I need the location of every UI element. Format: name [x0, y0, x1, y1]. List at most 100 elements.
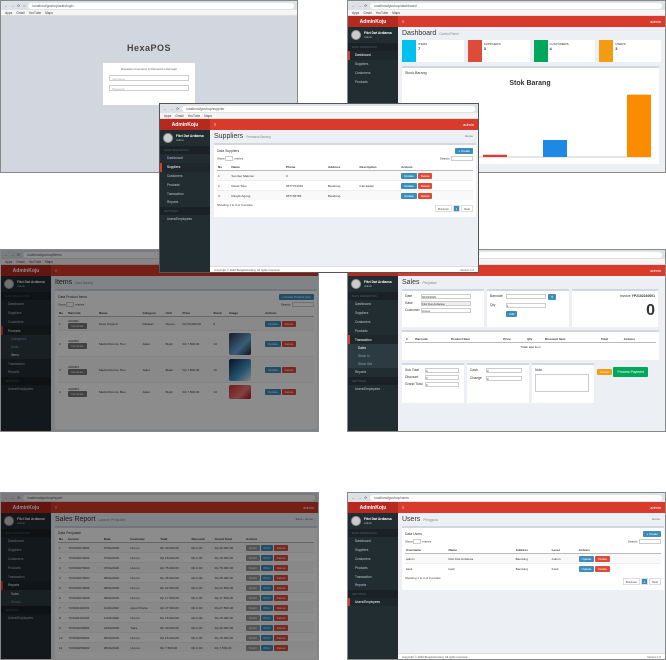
url-bar[interactable]: localhost/goshop/supplier [182, 105, 475, 112]
menu-toggle-icon[interactable]: ≡ [214, 122, 216, 127]
create-button[interactable]: + Create [643, 531, 661, 537]
delete-button[interactable]: Delete [273, 594, 289, 601]
sidebar-item-suppliers[interactable]: Suppliers [348, 309, 398, 318]
date-input[interactable]: 02/04/2020 [421, 294, 471, 299]
search-input[interactable] [292, 302, 314, 307]
bookmark-apps[interactable]: Apps [5, 11, 12, 15]
menu-toggle-icon[interactable]: ≡ [55, 505, 57, 510]
sidebar-item-users[interactable]: Users/Employees [160, 215, 210, 224]
home-icon[interactable]: ⌂ [23, 4, 25, 8]
print-button[interactable]: Print [260, 564, 273, 571]
user-menu[interactable]: admin [650, 268, 661, 273]
sidebar-item-customers[interactable]: Customers [1, 555, 51, 564]
bookmark-maps[interactable]: Maps [204, 114, 212, 118]
print-button[interactable]: Print [260, 604, 273, 611]
bookmark-apps[interactable]: Apps [164, 114, 171, 118]
discount-input[interactable]: 0 [425, 375, 459, 380]
sidebar-item-reports[interactable]: Reports [1, 368, 51, 377]
print-button[interactable]: Print [260, 634, 273, 641]
print-button[interactable]: Print [260, 574, 273, 581]
delete-button[interactable]: Delete [273, 614, 289, 621]
create-button[interactable]: + Create [455, 148, 473, 154]
sidebar-item-transaction[interactable]: Transaction [348, 335, 398, 344]
cancel-button[interactable]: Cancel [597, 369, 613, 375]
delete-button[interactable]: Delete [417, 192, 433, 199]
update-button[interactable]: Update [401, 192, 417, 199]
print-button[interactable]: Print [260, 624, 273, 631]
detail-button[interactable]: Detail [245, 614, 260, 621]
update-button[interactable]: Update [265, 320, 281, 327]
search-input[interactable] [451, 156, 473, 161]
sidebar-sub-sales[interactable]: Sales [348, 343, 398, 352]
delete-button[interactable]: Delete [273, 544, 289, 551]
entries-select[interactable] [66, 302, 75, 307]
sidebar-item-suppliers[interactable]: Suppliers [348, 546, 398, 555]
menu-toggle-icon[interactable]: ≡ [402, 505, 404, 510]
tile-users[interactable]: USERS 3 [599, 40, 661, 62]
url-bar[interactable]: localhost/goshop/dashboard [370, 2, 662, 9]
sidebar-item-users[interactable]: Users/Employees [348, 597, 398, 607]
update-button[interactable]: Update [578, 555, 595, 562]
prev-button[interactable]: Previous [434, 205, 452, 212]
sidebar-item-dashboard[interactable]: Dashboard [1, 537, 51, 546]
delete-button[interactable]: Delete [281, 320, 297, 327]
password-field[interactable]: Password [109, 85, 189, 91]
bookmark-maps[interactable]: Maps [45, 260, 53, 264]
username-field[interactable]: Username [109, 75, 189, 81]
tile-items[interactable]: ITEMS 7 [402, 40, 464, 62]
user-menu[interactable]: admin [650, 19, 661, 24]
sidebar-item-transaction[interactable]: Transaction [1, 572, 51, 581]
search-input[interactable] [639, 539, 661, 544]
sidebar-sub-stock-in[interactable]: Stock In [348, 351, 398, 360]
sidebar-item-users[interactable]: Users/Employees [348, 385, 398, 394]
sidebar-sub-stocks[interactable]: Stocks [1, 597, 51, 606]
tile-customers[interactable]: CUSTOMERS 4 [533, 40, 596, 62]
url-bar[interactable]: localhost/goshop/report [23, 494, 315, 501]
search-icon[interactable]: ⚲ [548, 294, 557, 300]
back-icon[interactable]: ← [351, 496, 355, 500]
delete-button[interactable]: Delete [281, 388, 297, 395]
forward-icon[interactable]: → [11, 253, 15, 257]
detail-button[interactable]: Detail [245, 624, 260, 631]
next-button[interactable]: Next [649, 578, 661, 585]
reload-icon[interactable]: ⟳ [17, 4, 20, 8]
delete-button[interactable]: Delete [595, 565, 610, 572]
update-button[interactable]: Update [401, 182, 417, 189]
bookmark-maps[interactable]: Maps [392, 11, 400, 15]
detail-button[interactable]: Detail [245, 574, 260, 581]
sidebar-item-reports[interactable]: Reports [1, 580, 51, 590]
sidebar-item-customers[interactable]: Customers [1, 318, 51, 327]
detail-button[interactable]: Detail [245, 544, 260, 551]
update-button[interactable]: Update [401, 172, 417, 179]
print-button[interactable]: Print [260, 614, 273, 621]
bookmark-apps[interactable]: Apps [5, 260, 12, 264]
detail-button[interactable]: Detail [245, 594, 260, 601]
sidebar-item-dashboard[interactable]: Dashboard [160, 154, 210, 163]
detail-button[interactable]: Detail [245, 584, 260, 591]
url-bar[interactable]: localhost/goshop/auth/login [28, 2, 294, 9]
detail-button[interactable]: Detail [245, 554, 260, 561]
update-button[interactable]: Update [265, 366, 281, 373]
app-logo[interactable]: AdminKoju [348, 502, 398, 513]
forward-icon[interactable]: → [358, 4, 362, 8]
forward-icon[interactable]: → [11, 4, 15, 8]
bookmark-youtube[interactable]: YouTube [29, 11, 42, 15]
delete-button[interactable]: Delete [273, 564, 289, 571]
sidebar-item-customers[interactable]: Customers [348, 555, 398, 564]
customer-select[interactable]: Umum [421, 308, 471, 313]
app-logo[interactable]: AdminKoju [160, 119, 210, 130]
menu-toggle-icon[interactable]: ≡ [402, 19, 404, 24]
delete-button[interactable]: Delete [417, 172, 433, 179]
back-icon[interactable]: ← [351, 4, 355, 8]
prev-button[interactable]: Previous [622, 578, 640, 585]
delete-button[interactable]: Delete [273, 554, 289, 561]
note-textarea[interactable] [535, 374, 589, 392]
cash-input[interactable]: 0 [486, 368, 522, 373]
sidebar-item-users[interactable]: Users/Employees [1, 614, 51, 623]
bookmark-gmail[interactable]: Gmail [175, 114, 183, 118]
back-icon[interactable]: ← [163, 107, 167, 111]
sidebar-item-products[interactable]: Products [1, 563, 51, 572]
app-logo[interactable]: AdminKoju [1, 265, 51, 276]
home-link[interactable]: Home [305, 517, 313, 521]
barcode-button[interactable]: Generate [68, 368, 87, 375]
